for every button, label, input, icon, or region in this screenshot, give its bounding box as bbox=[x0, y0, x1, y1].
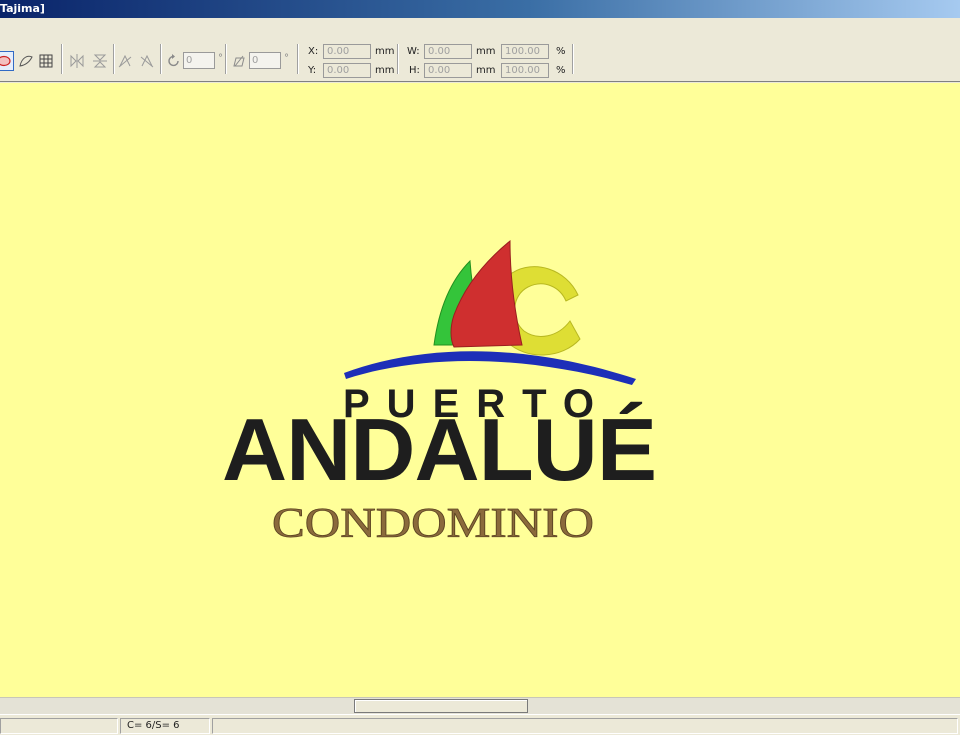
embroidery-design: PUERTO ANDALUÉ CONDOMINIO bbox=[222, 239, 657, 547]
width-percent-unit: % bbox=[556, 46, 566, 57]
toolbar-separator bbox=[297, 44, 299, 74]
toolbar-separator bbox=[225, 44, 227, 74]
toolbar-separator bbox=[61, 44, 63, 74]
y-position-field[interactable]: 0.00 bbox=[323, 63, 371, 78]
stitch-count-text: C= 6/S= 6 bbox=[127, 720, 180, 731]
status-bar: C= 6/S= 6 bbox=[0, 714, 960, 735]
design-text-condominio: CONDOMINIO bbox=[272, 501, 594, 547]
width-unit: mm bbox=[476, 46, 496, 57]
toolbar-separator bbox=[160, 44, 162, 74]
toolbar-separator bbox=[572, 44, 574, 74]
toolbar: 0 ° 0 ° X: 0.00 mm Y: 0.00 mm W: 0.00 mm… bbox=[0, 18, 960, 82]
height-field[interactable]: 0.00 bbox=[424, 63, 472, 78]
height-percent-field[interactable]: 100.00 bbox=[501, 63, 549, 78]
mirror-horizontal-icon[interactable] bbox=[67, 51, 87, 71]
rotate-unit: ° bbox=[218, 53, 223, 64]
align-left-icon[interactable] bbox=[115, 51, 135, 71]
y-label: Y: bbox=[308, 65, 317, 76]
app-window: Tajima] 0 ° 0 ° X: 0.00 mm Y: 0.00 mm W:… bbox=[0, 0, 960, 735]
status-cell bbox=[212, 718, 958, 734]
height-percent-unit: % bbox=[556, 65, 566, 76]
width-percent-field[interactable]: 100.00 bbox=[501, 44, 549, 59]
height-unit: mm bbox=[476, 65, 496, 76]
design-text-andalue: ANDALUÉ bbox=[222, 400, 656, 499]
status-cell bbox=[0, 718, 118, 734]
rotate-icon[interactable] bbox=[164, 51, 184, 71]
logo-graphic bbox=[344, 239, 636, 385]
window-title: Tajima] bbox=[0, 2, 45, 15]
slant-unit: ° bbox=[284, 53, 289, 64]
title-bar: Tajima] bbox=[0, 0, 960, 18]
slant-angle-input[interactable]: 0 bbox=[249, 52, 281, 69]
freehand-tool-icon[interactable] bbox=[16, 51, 36, 71]
grid-icon[interactable] bbox=[36, 51, 56, 71]
x-unit: mm bbox=[375, 46, 395, 57]
design-canvas[interactable]: PUERTO ANDALUÉ CONDOMINIO bbox=[0, 83, 960, 697]
align-right-icon[interactable] bbox=[137, 51, 157, 71]
y-unit: mm bbox=[375, 65, 395, 76]
toolbar-separator bbox=[397, 44, 399, 74]
rotate-angle-input[interactable]: 0 bbox=[183, 52, 215, 69]
horizontal-scrollbar[interactable] bbox=[0, 697, 960, 714]
slant-icon[interactable] bbox=[229, 51, 249, 71]
ellipse-tool-icon[interactable] bbox=[0, 51, 14, 71]
x-position-field[interactable]: 0.00 bbox=[323, 44, 371, 59]
blue-wave-shape bbox=[344, 351, 636, 385]
w-label: W: bbox=[407, 46, 420, 57]
width-field[interactable]: 0.00 bbox=[424, 44, 472, 59]
h-label: H: bbox=[409, 65, 420, 76]
x-label: X: bbox=[308, 46, 319, 57]
scrollbar-thumb[interactable] bbox=[354, 699, 528, 713]
mirror-vertical-icon[interactable] bbox=[90, 51, 110, 71]
